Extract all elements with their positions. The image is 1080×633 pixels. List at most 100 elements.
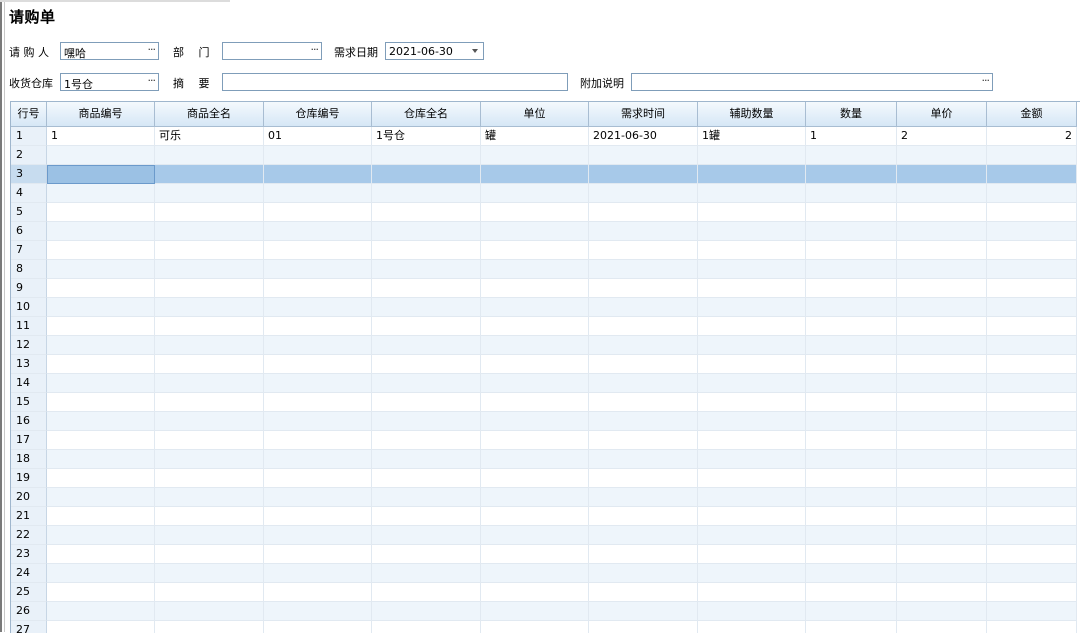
cell-need-time[interactable] <box>589 545 698 564</box>
cell-aux-qty[interactable] <box>698 488 806 507</box>
cell-warehouse-name[interactable] <box>372 507 481 526</box>
cell-unit[interactable] <box>481 279 589 298</box>
cell-amount[interactable] <box>987 336 1077 355</box>
cell-unit[interactable] <box>481 222 589 241</box>
cell-unit[interactable] <box>481 564 589 583</box>
cell-need-time[interactable] <box>589 298 698 317</box>
cell-qty[interactable] <box>806 241 897 260</box>
table-row[interactable]: 5 <box>11 203 1080 222</box>
cell-warehouse-name[interactable] <box>372 184 481 203</box>
cell-product-code[interactable] <box>47 602 155 621</box>
cell-product-code[interactable] <box>47 621 155 633</box>
cell-product-name[interactable] <box>155 412 264 431</box>
cell-product-name[interactable] <box>155 393 264 412</box>
cell-price[interactable] <box>897 317 987 336</box>
header-col-product-name[interactable]: 商品全名 <box>155 102 264 127</box>
cell-product-name[interactable] <box>155 146 264 165</box>
cell-unit[interactable] <box>481 545 589 564</box>
cell-amount[interactable] <box>987 602 1077 621</box>
cell-aux-qty[interactable] <box>698 450 806 469</box>
cell-warehouse-name[interactable] <box>372 431 481 450</box>
cell-product-code[interactable] <box>47 469 155 488</box>
cell-product-code[interactable] <box>47 146 155 165</box>
cell-product-name[interactable] <box>155 469 264 488</box>
table-row[interactable]: 1 1 可乐 01 1号仓罐 2021-06-30 1罐 1 2 2 <box>11 127 1080 146</box>
cell-unit[interactable] <box>481 621 589 633</box>
cell-product-name[interactable] <box>155 507 264 526</box>
cell-amount[interactable] <box>987 469 1077 488</box>
cell-need-time[interactable] <box>589 450 698 469</box>
cell-product-name[interactable] <box>155 431 264 450</box>
header-col-product-code[interactable]: 商品编号 <box>47 102 155 127</box>
cell-aux-qty[interactable] <box>698 621 806 633</box>
cell-qty[interactable] <box>806 355 897 374</box>
detail-grid[interactable]: 行号 商品编号 商品全名 仓库编号 仓库全名 单位 需求时间 辅助数量 数量 单价 金额 1 1 可乐 0… <box>10 101 1080 633</box>
cell-product-name[interactable] <box>155 317 264 336</box>
cell-need-time[interactable]: 2021-06-30 <box>589 127 698 146</box>
cell-price[interactable] <box>897 412 987 431</box>
cell-warehouse-name[interactable] <box>372 488 481 507</box>
cell-amount[interactable] <box>987 260 1077 279</box>
cell-warehouse-name[interactable] <box>372 241 481 260</box>
cell-warehouse-code[interactable] <box>264 583 372 602</box>
cell-unit[interactable] <box>481 450 589 469</box>
cell-qty[interactable] <box>806 393 897 412</box>
cell-qty[interactable] <box>806 507 897 526</box>
cell-price[interactable] <box>897 393 987 412</box>
cell-unit[interactable] <box>481 488 589 507</box>
cell-unit[interactable] <box>481 469 589 488</box>
cell-warehouse-name[interactable] <box>372 165 481 184</box>
cell-need-time[interactable] <box>589 507 698 526</box>
cell-warehouse-name[interactable] <box>372 583 481 602</box>
cell-product-code[interactable] <box>47 393 155 412</box>
cell-aux-qty[interactable] <box>698 336 806 355</box>
cell-need-time[interactable] <box>589 184 698 203</box>
cell-product-name[interactable] <box>155 203 264 222</box>
cell-need-time[interactable] <box>589 260 698 279</box>
cell-product-code[interactable] <box>47 431 155 450</box>
cell-price[interactable] <box>897 241 987 260</box>
cell-qty[interactable]: 1 <box>806 127 897 146</box>
cell-amount[interactable] <box>987 412 1077 431</box>
cell-aux-qty[interactable] <box>698 393 806 412</box>
cell-amount[interactable] <box>987 507 1077 526</box>
cell-need-time[interactable] <box>589 317 698 336</box>
cell-price[interactable]: 2 <box>897 127 987 146</box>
cell-unit[interactable]: 罐 <box>481 127 589 146</box>
cell-need-time[interactable] <box>589 146 698 165</box>
cell-warehouse-name[interactable] <box>372 260 481 279</box>
table-row[interactable]: 20 <box>11 488 1080 507</box>
note-browse-icon[interactable]: ··· <box>982 74 990 87</box>
cell-warehouse-code[interactable] <box>264 469 372 488</box>
cell-amount[interactable]: 2 <box>987 127 1077 146</box>
table-row[interactable]: 10 <box>11 298 1080 317</box>
cell-product-name[interactable]: 可乐 <box>155 127 264 146</box>
cell-price[interactable] <box>897 545 987 564</box>
cell-need-time[interactable] <box>589 393 698 412</box>
table-row[interactable]: 9 <box>11 279 1080 298</box>
cell-product-name[interactable] <box>155 564 264 583</box>
cell-aux-qty[interactable] <box>698 526 806 545</box>
table-row[interactable]: 26 <box>11 602 1080 621</box>
table-row[interactable]: 14 <box>11 374 1080 393</box>
cell-unit[interactable] <box>481 393 589 412</box>
cell-aux-qty[interactable] <box>698 564 806 583</box>
cell-aux-qty[interactable] <box>698 184 806 203</box>
cell-warehouse-code[interactable] <box>264 526 372 545</box>
cell-qty[interactable] <box>806 222 897 241</box>
header-col-warehouse-name[interactable]: 仓库全名 <box>372 102 481 127</box>
cell-qty[interactable] <box>806 412 897 431</box>
cell-unit[interactable] <box>481 355 589 374</box>
dept-field[interactable]: ··· <box>222 42 322 60</box>
cell-warehouse-code[interactable] <box>264 564 372 583</box>
cell-product-code[interactable] <box>47 507 155 526</box>
cell-unit[interactable] <box>481 146 589 165</box>
cell-warehouse-name[interactable] <box>372 545 481 564</box>
cell-need-time[interactable] <box>589 203 698 222</box>
cell-unit[interactable] <box>481 507 589 526</box>
date-picker[interactable]: 2021-06-30 <box>385 42 484 60</box>
chevron-down-icon[interactable] <box>472 49 478 53</box>
cell-qty[interactable] <box>806 146 897 165</box>
cell-warehouse-code[interactable] <box>264 203 372 222</box>
table-row[interactable]: 4 <box>11 184 1080 203</box>
